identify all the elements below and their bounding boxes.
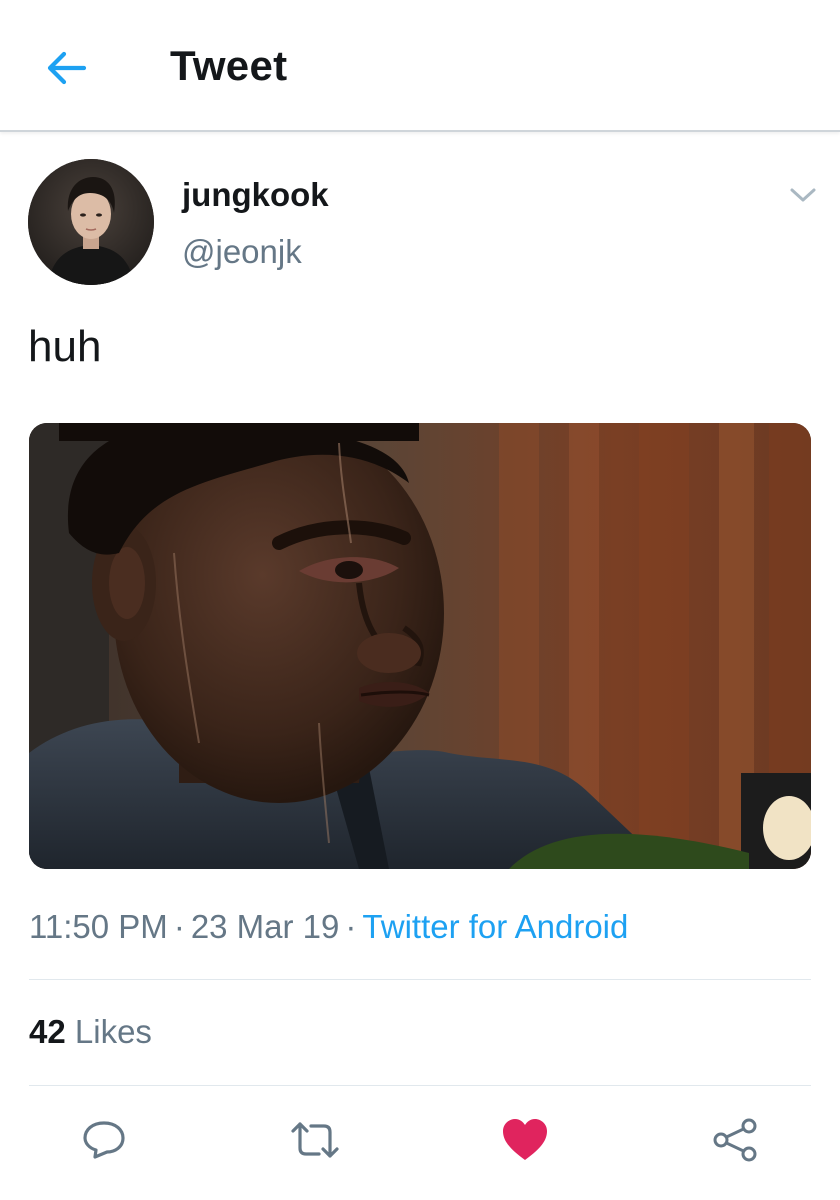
- tweet-meta: 11:50 PM · 23 Mar 19 · Twitter for Android: [29, 908, 628, 946]
- reply-icon: [83, 1121, 125, 1159]
- more-options-button[interactable]: [780, 176, 826, 214]
- share-button[interactable]: [707, 1112, 763, 1168]
- likes-count[interactable]: 42 Likes: [29, 1013, 152, 1051]
- retweet-icon: [291, 1122, 339, 1158]
- tweet-date: 23 Mar 19: [190, 908, 340, 945]
- retweet-button[interactable]: [287, 1112, 343, 1168]
- share-icon: [713, 1118, 757, 1162]
- heart-icon: [503, 1119, 547, 1160]
- tweet-media[interactable]: [29, 423, 811, 869]
- back-button[interactable]: [36, 40, 96, 96]
- divider: [29, 1085, 811, 1086]
- meta-separator: ·: [173, 908, 185, 945]
- reply-button[interactable]: [76, 1112, 132, 1168]
- author-handle: @jeonjk: [182, 233, 302, 270]
- likes-number: 42: [29, 1013, 66, 1050]
- chevron-down-icon: [790, 188, 816, 202]
- tweet-time: 11:50 PM: [29, 908, 168, 945]
- arrow-left-icon: [47, 51, 87, 85]
- avatar[interactable]: [28, 159, 154, 285]
- author-display-name[interactable]: jungkook: [182, 176, 329, 214]
- page-title: Tweet: [170, 42, 288, 89]
- tweet-source-link[interactable]: Twitter for Android: [362, 908, 628, 945]
- meta-separator: ·: [345, 908, 357, 945]
- tweet-text: huh: [28, 322, 102, 371]
- top-app-bar: Tweet: [0, 0, 840, 132]
- like-button[interactable]: [497, 1112, 553, 1168]
- media-image: [29, 423, 811, 869]
- tweet-detail-page: Tweet jungkook @jeonjk huh 11:50 PM · 23…: [0, 0, 840, 1200]
- likes-label: Likes: [74, 1013, 152, 1050]
- avatar-photo: [28, 159, 154, 285]
- divider: [29, 979, 811, 980]
